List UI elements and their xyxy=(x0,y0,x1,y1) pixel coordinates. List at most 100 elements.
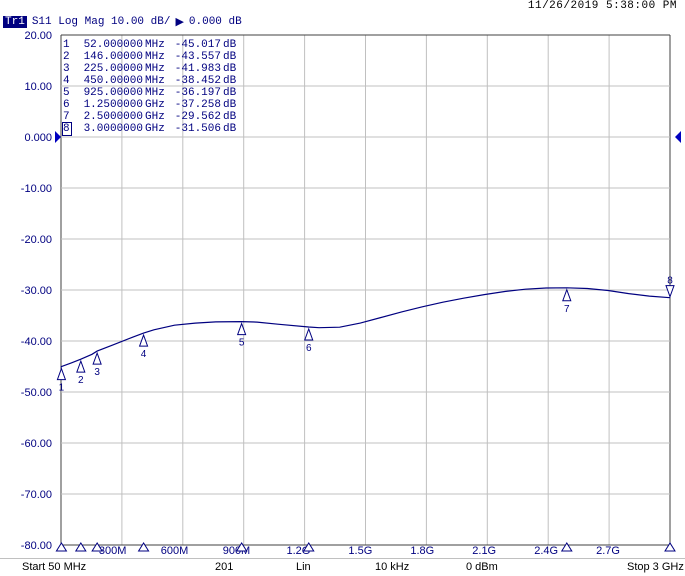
x-tick-label: 1.5G xyxy=(348,545,372,557)
marker-frequency-unit: MHz xyxy=(145,51,165,63)
x-tick-label: 1.8G xyxy=(410,545,434,557)
marker-number: 3 xyxy=(63,63,70,75)
marker-8: 8 xyxy=(665,276,675,299)
marker-number: 8 xyxy=(62,122,72,136)
marker-label: 5 xyxy=(239,338,245,349)
marker-value-unit: dB xyxy=(223,87,237,99)
status-ifbw[interactable]: 10 kHz xyxy=(375,561,409,573)
marker-label: 6 xyxy=(306,343,312,354)
marker-label: 8 xyxy=(667,276,673,287)
ref-arrow-left-icon xyxy=(55,131,61,143)
marker-row[interactable]: 6 1.2500000 GHz -37.258 dB xyxy=(63,99,236,111)
status-bar: Start 50 MHz 201 Lin 10 kHz 0 dBm Stop 3… xyxy=(0,558,685,576)
marker-4: 4 xyxy=(138,333,149,360)
marker-frequency-unit: GHz xyxy=(145,99,165,111)
marker-number: 4 xyxy=(63,75,70,87)
marker-6: 6 xyxy=(304,327,314,354)
marker-value: -37.258 xyxy=(174,99,221,111)
marker-frequency-unit: MHz xyxy=(145,87,165,99)
marker-triangle xyxy=(236,322,247,336)
marker-number: 5 xyxy=(63,87,70,99)
marker-7: 7 xyxy=(562,288,572,315)
marker-row[interactable]: 4 450.00000 MHz -38.452 dB xyxy=(63,75,236,87)
x-tick-label: 600M xyxy=(161,545,189,557)
marker-frequency: 450.00000 xyxy=(83,75,143,87)
marker-value: -38.452 xyxy=(174,75,221,87)
marker-triangle xyxy=(665,285,675,299)
marker-frequency: 52.000000 xyxy=(83,39,143,51)
y-tick-label: -20.00 xyxy=(21,234,52,246)
status-points[interactable]: 201 xyxy=(215,561,233,573)
bottom-marker-triangle xyxy=(137,542,150,552)
y-tick-label: -30.00 xyxy=(21,285,52,297)
ref-arrow-right-icon xyxy=(675,131,681,143)
marker-value: -43.557 xyxy=(174,51,221,63)
x-tick-label: 2.4G xyxy=(534,545,558,557)
marker-triangle xyxy=(76,359,86,373)
marker-number: 6 xyxy=(63,99,70,111)
marker-value-unit: dB xyxy=(223,39,237,51)
marker-frequency: 225.00000 xyxy=(83,63,143,75)
marker-label: 3 xyxy=(94,367,100,378)
y-axis-labels: 20.00 10.00 0.000 -10.00 -20.00 -30.00 -40.00 -… xyxy=(21,30,52,552)
bottom-marker-triangle xyxy=(664,542,676,552)
x-tick-label: 2.1G xyxy=(472,545,496,557)
marker-frequency-unit: MHz xyxy=(145,39,165,51)
marker-label: 1 xyxy=(59,383,65,394)
marker-value: -31.506 xyxy=(174,123,221,135)
marker-value-unit: dB xyxy=(223,63,237,75)
marker-row[interactable]: 5 925.00000 MHz -36.197 dB xyxy=(63,87,236,99)
marker-label: 4 xyxy=(141,349,147,360)
y-tick-label: -40.00 xyxy=(21,336,52,348)
y-tick-label: -80.00 xyxy=(21,540,52,552)
y-tick-label: 10.00 xyxy=(24,81,52,93)
x-axis-labels: 300M 600M 900M 1.2G 1.5G 1.8G 2.1G 2.4G 2.7G xyxy=(99,545,620,557)
marker-frequency-unit: GHz xyxy=(145,123,165,135)
marker-label: 2 xyxy=(78,375,84,386)
y-tick-label: 20.00 xyxy=(24,30,52,42)
status-sweep-type[interactable]: Lin xyxy=(296,561,311,573)
marker-value-unit: dB xyxy=(223,111,237,123)
marker-value: -36.197 xyxy=(174,87,221,99)
marker-value-unit: dB xyxy=(223,51,237,63)
marker-triangle xyxy=(304,327,314,341)
marker-value: -29.562 xyxy=(174,111,221,123)
marker-3: 3 xyxy=(92,351,102,378)
marker-frequency: 2.5000000 xyxy=(83,111,143,123)
marker-number: 7 xyxy=(63,111,70,123)
bottom-marker-triangle xyxy=(74,542,87,552)
x-tick-label: 300M xyxy=(99,545,127,557)
bottom-marker-triangle xyxy=(55,542,68,552)
marker-row[interactable]: 7 2.5000000 GHz -29.562 dB xyxy=(63,111,236,123)
status-start[interactable]: Start 50 MHz xyxy=(22,561,86,573)
bottom-marker-triangle xyxy=(560,542,573,552)
marker-2: 2 xyxy=(76,359,86,386)
marker-row[interactable]: 3 225.00000 MHz -41.983 dB xyxy=(63,63,236,75)
y-tick-label: -60.00 xyxy=(21,438,52,450)
marker-frequency-unit: GHz xyxy=(145,111,165,123)
marker-value-unit: dB xyxy=(223,75,237,87)
marker-row[interactable]: 2 146.00000 MHz -43.557 dB xyxy=(63,51,236,63)
marker-triangle xyxy=(92,351,102,365)
marker-row[interactable]: 1 52.000000 MHz -45.017 dB xyxy=(63,39,236,51)
marker-value-unit: dB xyxy=(223,123,237,135)
marker-number: 2 xyxy=(63,51,70,63)
marker-frequency: 1.2500000 xyxy=(83,99,143,111)
x-tick-label: 2.7G xyxy=(596,545,620,557)
marker-value: -41.983 xyxy=(174,63,221,75)
status-stop[interactable]: Stop 3 GHz xyxy=(627,561,684,573)
marker-frequency: 146.00000 xyxy=(83,51,143,63)
y-tick-label: -10.00 xyxy=(21,183,52,195)
marker-value: -45.017 xyxy=(174,39,221,51)
marker-frequency-unit: MHz xyxy=(145,63,165,75)
marker-frequency: 3.0000000 xyxy=(83,123,143,135)
y-tick-label: 0.000 xyxy=(24,132,52,144)
marker-frequency-unit: MHz xyxy=(145,75,165,87)
marker-table: 1 52.000000 MHz -45.017 dB 2 146.00000 MHz -43.5… xyxy=(62,39,237,136)
status-power[interactable]: 0 dBm xyxy=(466,561,498,573)
marker-label: 7 xyxy=(564,304,570,315)
marker-frequency: 925.00000 xyxy=(83,87,143,99)
marker-5: 5 xyxy=(236,322,247,349)
y-tick-label: -70.00 xyxy=(21,489,52,501)
marker-row[interactable]: 8 3.0000000 GHz -31.506 dB xyxy=(62,122,237,136)
